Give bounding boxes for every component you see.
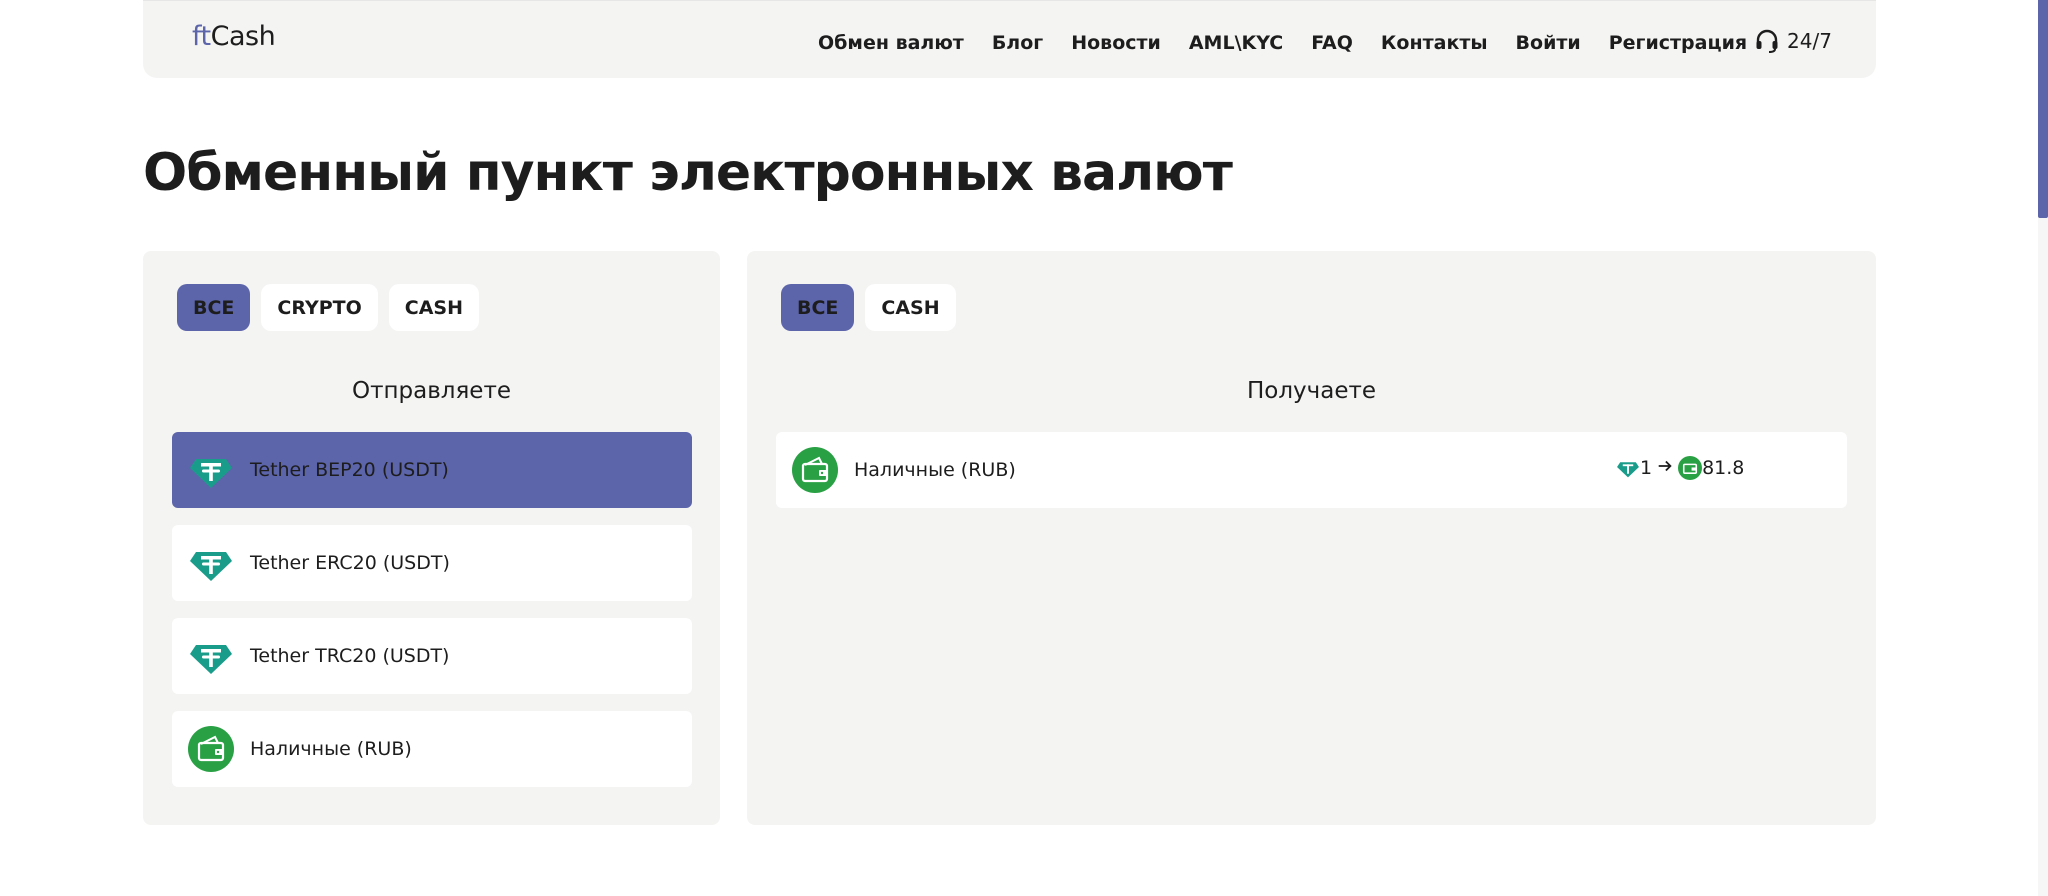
logo-suffix: Cash	[210, 21, 276, 52]
send-filters: ВСЕ CRYPTO CASH	[177, 284, 490, 331]
tether-icon	[1616, 456, 1640, 480]
nav-news[interactable]: Новости	[1071, 32, 1161, 54]
page-scrollbar[interactable]	[2038, 0, 2048, 896]
wallet-icon	[188, 726, 234, 772]
receive-panel: ВСЕ CASH Получаете Наличные (RUB) 1 81.8	[747, 251, 1876, 825]
logo-prefix: ft	[192, 21, 211, 52]
send-item-cash-rub[interactable]: Наличные (RUB)	[172, 711, 692, 787]
tether-icon	[188, 540, 234, 586]
send-item-label: Tether TRC20 (USDT)	[250, 645, 450, 667]
send-item-label: Tether ERC20 (USDT)	[250, 552, 450, 574]
nav-contacts[interactable]: Контакты	[1381, 32, 1488, 54]
nav-exchange[interactable]: Обмен валют	[818, 32, 964, 54]
rate-to: 81.8	[1702, 457, 1745, 479]
receive-item-label: Наличные (RUB)	[854, 459, 1016, 481]
wallet-icon	[792, 447, 838, 493]
send-item-label: Tether BEP20 (USDT)	[250, 459, 449, 481]
page-title: Обменный пункт электронных валют	[143, 143, 1233, 203]
arrow-right-icon	[1656, 457, 1674, 480]
send-item-tether-trc20[interactable]: Tether TRC20 (USDT)	[172, 618, 692, 694]
wallet-icon	[1678, 456, 1703, 480]
receive-item-cash-rub[interactable]: Наличные (RUB) 1 81.8	[776, 432, 1847, 508]
send-filter-crypto[interactable]: CRYPTO	[261, 284, 378, 331]
send-item-tether-erc20[interactable]: Tether ERC20 (USDT)	[172, 525, 692, 601]
nav-blog[interactable]: Блог	[992, 32, 1043, 54]
scrollbar-thumb[interactable]	[2038, 0, 2048, 218]
nav-aml-kyc[interactable]: AML\KYC	[1189, 32, 1283, 54]
send-panel: ВСЕ CRYPTO CASH Отправляете Tether BEP20…	[143, 251, 720, 825]
headset-icon	[1756, 29, 1778, 53]
tether-icon	[188, 447, 234, 493]
support-link[interactable]: 24/7	[1753, 27, 1832, 55]
nav-faq[interactable]: FAQ	[1311, 32, 1353, 54]
logo[interactable]: ftCash	[192, 21, 276, 52]
receive-filter-cash[interactable]: CASH	[865, 284, 956, 331]
main-nav: Обмен валют Блог Новости AML\KYC FAQ Кон…	[818, 28, 1775, 58]
exchange-rate: 1 81.8	[1616, 456, 1744, 480]
support-label: 24/7	[1787, 29, 1832, 53]
nav-login[interactable]: Войти	[1516, 32, 1581, 54]
send-filter-all[interactable]: ВСЕ	[177, 284, 251, 331]
rate-from: 1	[1640, 457, 1653, 479]
receive-filters: ВСЕ CASH	[781, 284, 967, 331]
send-item-tether-bep20[interactable]: Tether BEP20 (USDT)	[172, 432, 692, 508]
send-item-label: Наличные (RUB)	[250, 738, 412, 760]
send-heading: Отправляете	[351, 378, 512, 404]
nav-register[interactable]: Регистрация	[1609, 32, 1747, 54]
send-filter-cash[interactable]: CASH	[388, 284, 479, 331]
site-header: ftCash Обмен валют Блог Новости AML\KYC …	[143, 0, 1876, 78]
receive-filter-all[interactable]: ВСЕ	[781, 284, 855, 331]
receive-heading: Получаете	[1246, 378, 1377, 404]
tether-icon	[188, 633, 234, 679]
